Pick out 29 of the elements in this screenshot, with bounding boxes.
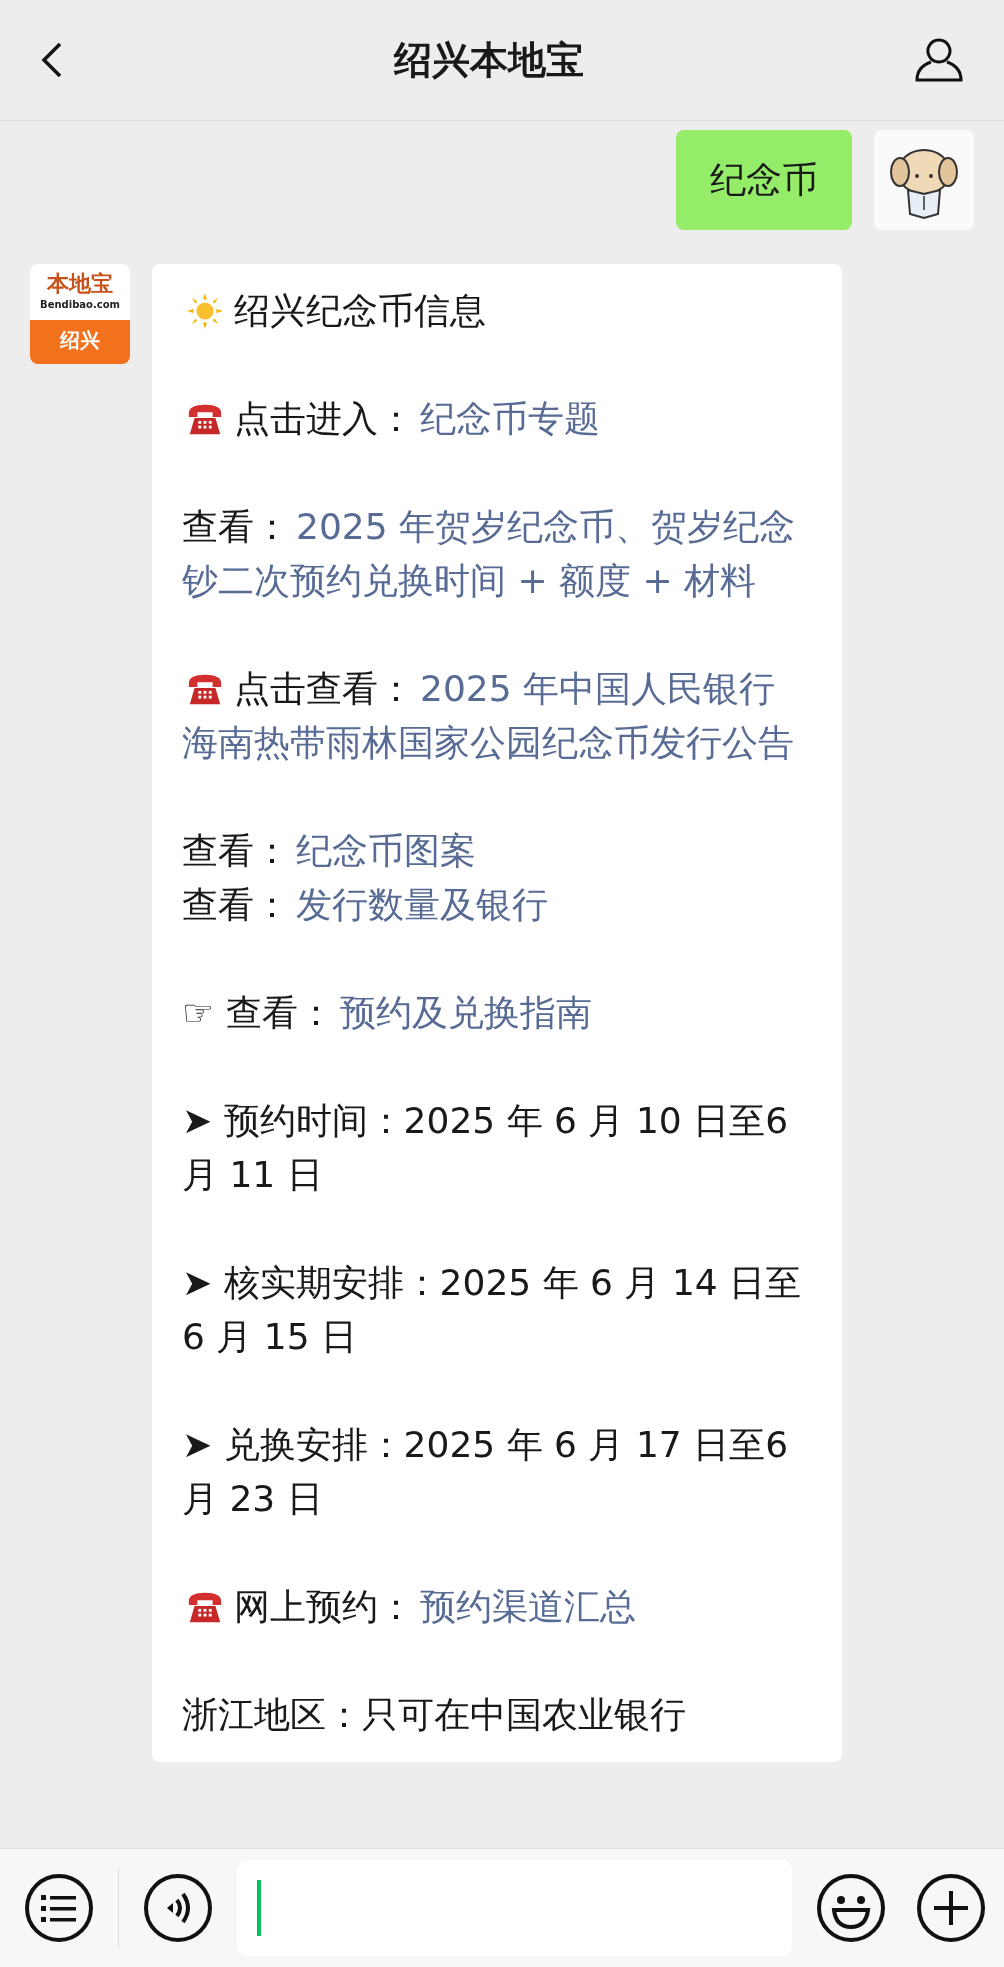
logo-site: Bendibao.com [40,298,120,312]
emoji-icon[interactable] [816,1873,886,1943]
message-title: 绍兴纪念币信息 [234,290,486,331]
logo-text: 本地宝 [47,270,113,298]
add-icon[interactable] [916,1873,986,1943]
dog-avatar-icon [874,130,974,230]
link-text[interactable]: 点击进入： 纪念币专题 [182,392,808,446]
message-input[interactable] [237,1860,792,1956]
sun-icon [186,292,224,330]
link-text[interactable]: 查看： 2025 年贺岁纪念币、贺岁纪念钞二次预约兑换时间 + 额度 + 材料 [182,500,808,608]
menu-icon[interactable] [24,1873,94,1943]
link-text[interactable]: 网上预约： 预约渠道汇总 [182,1580,808,1634]
message-text: ➤ 核实期安排：2025 年 6 月 14 日至 6 月 15 日 [182,1262,802,1357]
message-text: ➤ 兑换安排：2025 年 6 月 17 日至6 月 23 日 [182,1424,789,1519]
article-link[interactable]: 纪念币图案 [296,830,476,871]
message-text: ➤ 预约时间：2025 年 6 月 10 日至6 月 11 日 [182,1100,789,1195]
back-icon[interactable] [40,40,64,80]
logo-city: 绍兴 [30,320,130,364]
label-text: 查看： [182,884,290,925]
message-bubble: 纪念币 [676,130,852,230]
link-text[interactable]: ☞ 查看： 预约及兑换指南 [182,986,808,1040]
label-text: 查看： [182,830,290,871]
text-cursor [257,1880,261,1936]
link-text[interactable]: 点击查看： 2025 年中国人民银行海南热带雨林国家公园纪念币发行公告 [182,662,808,770]
person-icon[interactable] [914,37,964,83]
voice-icon[interactable] [143,1873,213,1943]
message-text: 浙江地区：只可在中国农业银行 [182,1694,686,1735]
article-link[interactable]: 发行数量及银行 [296,884,548,925]
chat-title: 绍兴本地宝 [394,36,584,84]
